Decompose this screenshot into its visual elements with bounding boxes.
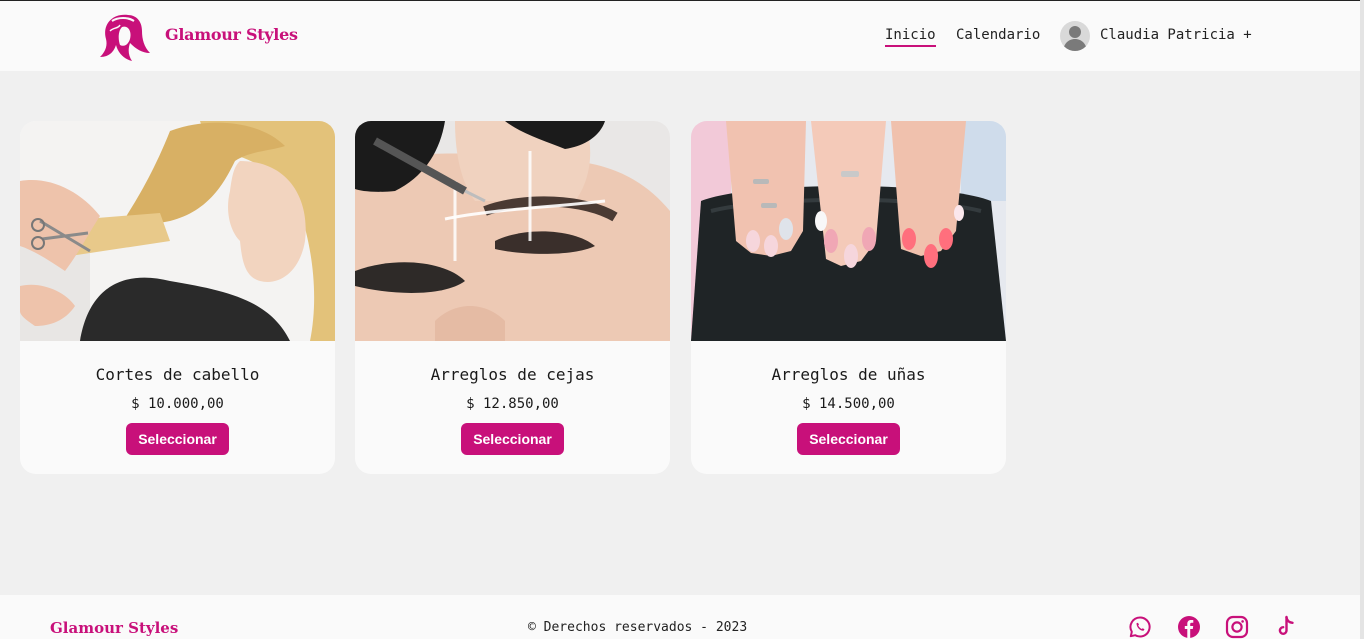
nav-calendar[interactable]: Calendario	[956, 27, 1040, 43]
nails-photo	[691, 121, 1006, 341]
nav-home[interactable]: Inicio	[885, 27, 936, 47]
site-footer: Glamour Styles © Derechos reservados - 2…	[0, 595, 1360, 639]
site-header: Glamour Styles Inicio Calendario Claudia…	[0, 1, 1360, 71]
select-nails-button[interactable]: Seleccionar	[797, 423, 900, 455]
service-card-nails: Arreglos de uñas $ 14.500,00 Seleccionar	[691, 121, 1006, 474]
tiktok-icon[interactable]	[1273, 615, 1297, 639]
footer-brand: Glamour Styles	[50, 619, 179, 637]
service-card-eyebrows: Arreglos de cejas $ 12.850,00 Selecciona…	[355, 121, 670, 474]
select-haircut-button[interactable]: Seleccionar	[126, 423, 229, 455]
copyright-text: © Derechos reservados - 2023	[528, 620, 748, 635]
user-avatar-icon[interactable]	[1060, 21, 1090, 51]
whatsapp-icon[interactable]	[1128, 615, 1152, 639]
service-title: Arreglos de uñas	[771, 365, 926, 384]
user-menu[interactable]: Claudia Patricia +	[1100, 27, 1252, 43]
service-price: $ 10.000,00	[131, 396, 224, 412]
eyebrows-photo	[355, 121, 670, 341]
brand-name[interactable]: Glamour Styles	[165, 25, 298, 44]
logo-icon[interactable]	[98, 9, 152, 63]
service-title: Arreglos de cejas	[430, 365, 595, 384]
haircut-photo	[20, 121, 335, 341]
instagram-icon[interactable]	[1225, 615, 1249, 639]
scrollbar[interactable]	[1360, 0, 1364, 639]
service-card-haircut: Cortes de cabello $ 10.000,00 Selecciona…	[20, 121, 335, 474]
service-price: $ 14.500,00	[802, 396, 895, 412]
facebook-icon[interactable]	[1177, 615, 1201, 639]
service-title: Cortes de cabello	[95, 365, 260, 384]
service-price: $ 12.850,00	[466, 396, 559, 412]
select-eyebrows-button[interactable]: Seleccionar	[461, 423, 564, 455]
